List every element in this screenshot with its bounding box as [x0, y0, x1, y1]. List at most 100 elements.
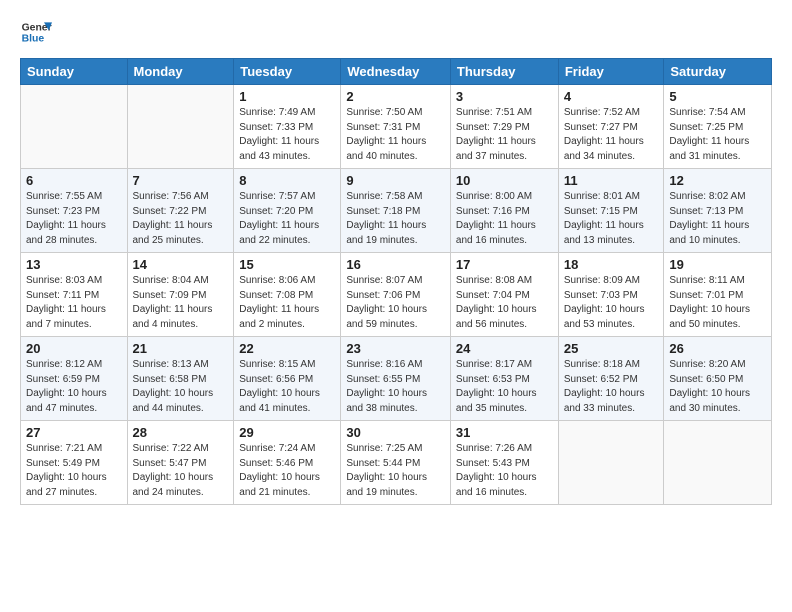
calendar-cell: 2 Sunrise: 7:50 AMSunset: 7:31 PMDaylight…	[341, 85, 451, 169]
weekday-header-thursday: Thursday	[450, 59, 558, 85]
calendar-cell: 20 Sunrise: 8:12 AMSunset: 6:59 PMDayligh…	[21, 337, 128, 421]
calendar-cell: 13Sunrise: 8:03 AMSunset: 7:11 PMDayligh…	[21, 253, 128, 337]
cell-content: Sunrise: 8:01 AMSunset: 7:15 PMDaylight:…	[564, 190, 659, 248]
day-number: 16	[346, 257, 445, 272]
day-number: 30	[346, 425, 445, 440]
cell-content: Sunrise: 7:22 AMSunset: 5:47 PMDaylight:…	[133, 442, 229, 500]
logo: General Blue	[20, 16, 56, 48]
day-number: 9	[346, 173, 445, 188]
weekday-header-row: SundayMondayTuesdayWednesdayThursdayFrid…	[21, 59, 772, 85]
calendar-cell: 4Sunrise: 7:52 AMSunset: 7:27 PMDaylight…	[558, 85, 664, 169]
day-number: 22	[239, 341, 335, 356]
calendar-cell: 29Sunrise: 7:24 AMSunset: 5:46 PMDayligh…	[234, 421, 341, 505]
day-number: 10	[456, 173, 553, 188]
svg-text:Blue: Blue	[22, 34, 45, 45]
calendar-cell: 31Sunrise: 7:26 AMSunset: 5:43 PMDayligh…	[450, 421, 558, 505]
weekday-header-tuesday: Tuesday	[234, 59, 341, 85]
cell-content: Sunrise: 7:58 AMSunset: 7:18 PMDaylight:…	[346, 190, 445, 248]
calendar-cell: 22Sunrise: 8:15 AMSunset: 6:56 PMDayligh…	[234, 337, 341, 421]
cell-content: Sunrise: 8:02 AMSunset: 7:13 PMDaylight:…	[669, 190, 766, 248]
cell-content: Sunrise: 7:55 AMSunset: 7:23 PMDaylight:…	[26, 190, 122, 248]
day-number: 2	[346, 89, 445, 104]
day-number: 29	[239, 425, 335, 440]
cell-content: Sunrise: 7:21 AMSunset: 5:49 PMDaylight:…	[26, 442, 122, 500]
cell-content: Sunrise: 8:13 AMSunset: 6:58 PMDaylight:…	[133, 358, 229, 416]
day-number: 12	[669, 173, 766, 188]
calendar-cell	[127, 85, 234, 169]
calendar-week-4: 20 Sunrise: 8:12 AMSunset: 6:59 PMDayligh…	[21, 337, 772, 421]
day-number: 3	[456, 89, 553, 104]
calendar-week-5: 27 Sunrise: 7:21 AMSunset: 5:49 PMDayligh…	[21, 421, 772, 505]
cell-content: Sunrise: 8:06 AMSunset: 7:08 PMDaylight:…	[239, 274, 335, 332]
calendar-cell: 30 Sunrise: 7:25 AMSunset: 5:44 PMDayligh…	[341, 421, 451, 505]
cell-content: Sunrise: 8:17 AMSunset: 6:53 PMDaylight:…	[456, 358, 553, 416]
cell-content: Sunrise: 8:08 AMSunset: 7:04 PMDaylight:…	[456, 274, 553, 332]
weekday-header-wednesday: Wednesday	[341, 59, 451, 85]
cell-content: Sunrise: 7:25 AMSunset: 5:44 PMDaylight:…	[346, 442, 445, 500]
weekday-header-sunday: Sunday	[21, 59, 128, 85]
day-number: 23	[346, 341, 445, 356]
day-number: 25	[564, 341, 659, 356]
calendar-cell: 19Sunrise: 8:11 AMSunset: 7:01 PMDayligh…	[664, 253, 772, 337]
cell-content: Sunrise: 7:51 AMSunset: 7:29 PMDaylight:…	[456, 106, 553, 164]
calendar-cell: 5 Sunrise: 7:54 AMSunset: 7:25 PMDaylight…	[664, 85, 772, 169]
calendar-cell	[664, 421, 772, 505]
day-number: 8	[239, 173, 335, 188]
calendar-cell: 3 Sunrise: 7:51 AMSunset: 7:29 PMDaylight…	[450, 85, 558, 169]
day-number: 20	[26, 341, 122, 356]
calendar-cell: 6 Sunrise: 7:55 AMSunset: 7:23 PMDaylight…	[21, 169, 128, 253]
calendar-cell: 9 Sunrise: 7:58 AMSunset: 7:18 PMDaylight…	[341, 169, 451, 253]
day-number: 11	[564, 173, 659, 188]
day-number: 15	[239, 257, 335, 272]
cell-content: Sunrise: 8:11 AMSunset: 7:01 PMDaylight:…	[669, 274, 766, 332]
cell-content: Sunrise: 8:12 AMSunset: 6:59 PMDaylight:…	[26, 358, 122, 416]
calendar-cell: 23Sunrise: 8:16 AMSunset: 6:55 PMDayligh…	[341, 337, 451, 421]
calendar-cell: 12 Sunrise: 8:02 AMSunset: 7:13 PMDayligh…	[664, 169, 772, 253]
header: General Blue	[20, 16, 772, 48]
cell-content: Sunrise: 8:09 AMSunset: 7:03 PMDaylight:…	[564, 274, 659, 332]
calendar-cell	[558, 421, 664, 505]
cell-content: Sunrise: 8:07 AMSunset: 7:06 PMDaylight:…	[346, 274, 445, 332]
calendar-week-3: 13Sunrise: 8:03 AMSunset: 7:11 PMDayligh…	[21, 253, 772, 337]
day-number: 21	[133, 341, 229, 356]
cell-content: Sunrise: 7:50 AMSunset: 7:31 PMDaylight:…	[346, 106, 445, 164]
page-container: General Blue SundayMondayTuesdayWednesda…	[0, 0, 792, 515]
logo-icon: General Blue	[20, 16, 52, 48]
cell-content: Sunrise: 7:54 AMSunset: 7:25 PMDaylight:…	[669, 106, 766, 164]
cell-content: Sunrise: 7:57 AMSunset: 7:20 PMDaylight:…	[239, 190, 335, 248]
calendar-cell: 16 Sunrise: 8:07 AMSunset: 7:06 PMDayligh…	[341, 253, 451, 337]
day-number: 26	[669, 341, 766, 356]
cell-content: Sunrise: 8:04 AMSunset: 7:09 PMDaylight:…	[133, 274, 229, 332]
calendar-week-1: 1 Sunrise: 7:49 AMSunset: 7:33 PMDaylight…	[21, 85, 772, 169]
calendar-cell: 10 Sunrise: 8:00 AMSunset: 7:16 PMDayligh…	[450, 169, 558, 253]
day-number: 6	[26, 173, 122, 188]
calendar-table: SundayMondayTuesdayWednesdayThursdayFrid…	[20, 58, 772, 505]
cell-content: Sunrise: 8:03 AMSunset: 7:11 PMDaylight:…	[26, 274, 122, 332]
calendar-cell	[21, 85, 128, 169]
day-number: 27	[26, 425, 122, 440]
calendar-cell: 14 Sunrise: 8:04 AMSunset: 7:09 PMDayligh…	[127, 253, 234, 337]
calendar-cell: 28Sunrise: 7:22 AMSunset: 5:47 PMDayligh…	[127, 421, 234, 505]
calendar-cell: 26 Sunrise: 8:20 AMSunset: 6:50 PMDayligh…	[664, 337, 772, 421]
calendar-cell: 17Sunrise: 8:08 AMSunset: 7:04 PMDayligh…	[450, 253, 558, 337]
cell-content: Sunrise: 7:56 AMSunset: 7:22 PMDaylight:…	[133, 190, 229, 248]
day-number: 7	[133, 173, 229, 188]
day-number: 5	[669, 89, 766, 104]
cell-content: Sunrise: 8:18 AMSunset: 6:52 PMDaylight:…	[564, 358, 659, 416]
day-number: 1	[239, 89, 335, 104]
cell-content: Sunrise: 8:20 AMSunset: 6:50 PMDaylight:…	[669, 358, 766, 416]
weekday-header-friday: Friday	[558, 59, 664, 85]
calendar-week-2: 6 Sunrise: 7:55 AMSunset: 7:23 PMDaylight…	[21, 169, 772, 253]
cell-content: Sunrise: 7:52 AMSunset: 7:27 PMDaylight:…	[564, 106, 659, 164]
weekday-header-monday: Monday	[127, 59, 234, 85]
day-number: 14	[133, 257, 229, 272]
calendar-cell: 11 Sunrise: 8:01 AMSunset: 7:15 PMDayligh…	[558, 169, 664, 253]
day-number: 24	[456, 341, 553, 356]
cell-content: Sunrise: 7:49 AMSunset: 7:33 PMDaylight:…	[239, 106, 335, 164]
weekday-header-saturday: Saturday	[664, 59, 772, 85]
calendar-cell: 25 Sunrise: 8:18 AMSunset: 6:52 PMDayligh…	[558, 337, 664, 421]
calendar-cell: 1 Sunrise: 7:49 AMSunset: 7:33 PMDaylight…	[234, 85, 341, 169]
calendar-cell: 21 Sunrise: 8:13 AMSunset: 6:58 PMDayligh…	[127, 337, 234, 421]
calendar-cell: 27 Sunrise: 7:21 AMSunset: 5:49 PMDayligh…	[21, 421, 128, 505]
cell-content: Sunrise: 8:00 AMSunset: 7:16 PMDaylight:…	[456, 190, 553, 248]
